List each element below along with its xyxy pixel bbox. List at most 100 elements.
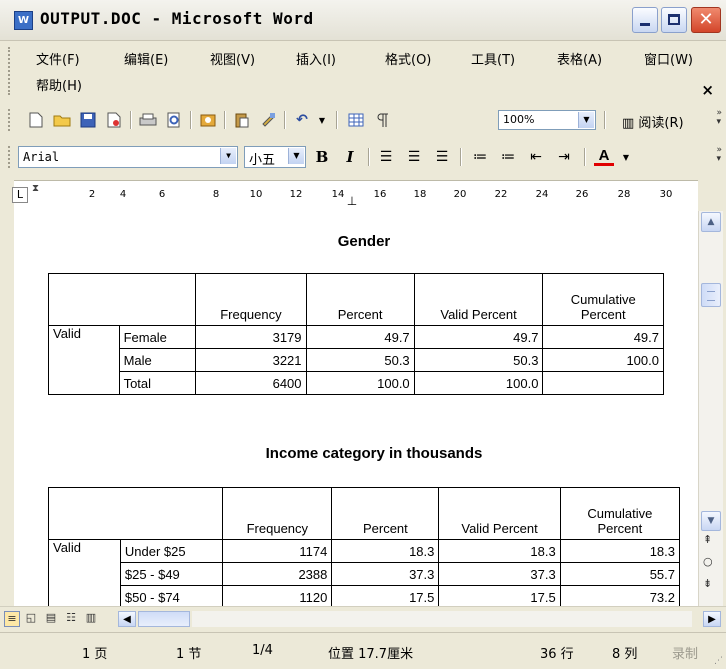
status-line: 36 行 — [540, 647, 574, 662]
permission-icon[interactable] — [104, 110, 124, 130]
ruler-number: 22 — [494, 189, 508, 200]
font-color-dropdown-icon[interactable]: ▼ — [616, 147, 636, 167]
numbering-icon[interactable]: ≔ — [470, 147, 490, 167]
table-row: Male 3221 50.3 50.3 100.0 — [49, 348, 664, 372]
frequency-cell: 1120 — [222, 585, 333, 606]
save-icon[interactable] — [78, 110, 98, 130]
normal-view-icon[interactable]: ≡ — [4, 611, 20, 627]
status-record[interactable]: 录制 — [672, 643, 698, 662]
print-icon[interactable] — [138, 110, 158, 130]
toolbar-grip[interactable] — [8, 146, 13, 168]
web-layout-icon[interactable]: ◱ — [24, 611, 38, 625]
frequency-cell: 3221 — [195, 348, 307, 372]
reading-layout-label: 阅读(R) — [638, 116, 684, 131]
ruler-number: 26 — [575, 189, 589, 200]
bold-button[interactable]: B — [312, 147, 332, 167]
previous-page-icon[interactable]: ⇞ — [703, 533, 712, 546]
font-name-combo[interactable]: Arial ▼ — [18, 146, 238, 168]
menu-view[interactable]: 视图(V) — [210, 49, 255, 68]
horizontal-scroll-track[interactable] — [192, 611, 692, 627]
horizontal-ruler[interactable]: L ⧗ 2 4 6 8 10 12 14 16 18 20 22 24 26 2… — [12, 180, 698, 212]
font-color-button[interactable]: A — [594, 147, 614, 166]
next-page-icon[interactable]: ⇟ — [703, 577, 712, 590]
italic-button[interactable]: I — [340, 147, 360, 167]
menu-help[interactable]: 帮助(H) — [36, 75, 82, 94]
word-app-icon[interactable]: W — [14, 11, 33, 30]
tab-stop-marker-icon[interactable]: ⊥ — [347, 194, 357, 208]
scroll-up-icon[interactable]: ▲ — [701, 212, 721, 232]
ruler-number: 18 — [413, 189, 427, 200]
chevron-down-icon[interactable]: ▼ — [578, 112, 594, 128]
document-close-icon[interactable]: × — [701, 81, 714, 99]
reading-layout-button[interactable]: ▥ 阅读(R) — [622, 112, 684, 131]
toolbar-separator — [368, 148, 370, 166]
menubar-grip[interactable] — [8, 47, 13, 95]
minimize-button[interactable] — [632, 7, 658, 33]
cumulative-percent-cell: 73.2 — [559, 585, 681, 606]
ruler-number: 4 — [119, 189, 127, 200]
open-folder-icon[interactable] — [52, 110, 72, 130]
horizontal-scroll-thumb[interactable] — [138, 611, 190, 627]
format-painter-icon[interactable] — [258, 110, 278, 130]
menu-insert[interactable]: 插入(I) — [296, 49, 336, 68]
font-size-combo[interactable]: 小五 ▼ — [244, 146, 306, 168]
menu-window[interactable]: 窗口(W) — [644, 49, 693, 68]
tab-selector-icon[interactable]: L — [12, 187, 28, 203]
print-layout-icon[interactable]: ▤ — [44, 611, 58, 625]
chevron-down-icon[interactable]: ▼ — [288, 148, 304, 164]
row-group-label: Valid — [48, 325, 120, 395]
indent-marker-icon[interactable]: ⧗ — [32, 184, 39, 194]
table-icon[interactable] — [346, 110, 366, 130]
table-row: $50 - $74 1120 17.5 17.5 73.2 — [49, 585, 681, 606]
menu-file[interactable]: 文件(F) — [36, 49, 80, 68]
select-browse-object-icon[interactable]: ○ — [703, 555, 713, 568]
scroll-thumb[interactable] — [701, 283, 721, 307]
chevron-down-icon[interactable]: ▼ — [220, 148, 236, 164]
paste-icon[interactable] — [232, 110, 252, 130]
zoom-combo[interactable]: 100% ▼ — [498, 110, 596, 130]
ruler-number: 20 — [453, 189, 467, 200]
research-icon[interactable] — [198, 110, 218, 130]
column-header: Frequency — [195, 273, 307, 326]
document-page[interactable]: Gender Frequency Percent Valid Percent C… — [14, 211, 698, 606]
scroll-down-icon[interactable]: ▼ — [701, 511, 721, 531]
table-row: Valid Under $25 1174 18.3 18.3 18.3 — [48, 539, 681, 606]
align-left-icon[interactable]: ☰ — [376, 147, 396, 167]
zoom-value: 100% — [503, 113, 535, 126]
new-document-icon[interactable] — [26, 110, 46, 130]
reading-view-icon[interactable]: ▥ — [84, 611, 98, 625]
menu-edit[interactable]: 编辑(E) — [124, 49, 168, 68]
show-hide-marks-icon[interactable] — [372, 110, 392, 130]
print-preview-icon[interactable] — [164, 110, 184, 130]
menu-tools[interactable]: 工具(T) — [471, 49, 515, 68]
maximize-button[interactable] — [661, 7, 687, 33]
close-icon: ✕ — [698, 9, 714, 30]
column-header: Percent — [305, 273, 415, 326]
align-center-icon[interactable]: ☰ — [404, 147, 424, 167]
scroll-left-icon[interactable]: ◀ — [118, 611, 136, 627]
outline-view-icon[interactable]: ☷ — [64, 611, 78, 625]
toolbar-separator — [284, 111, 286, 129]
ruler-number: 24 — [535, 189, 549, 200]
menu-format[interactable]: 格式(O) — [385, 49, 431, 68]
vertical-scrollbar[interactable]: ▲ ▼ ⇞ ○ ⇟ — [698, 211, 723, 606]
table1-title: Gender — [337, 233, 391, 250]
menu-table[interactable]: 表格(A) — [557, 49, 602, 68]
increase-indent-icon[interactable]: ⇥ — [554, 147, 574, 167]
align-right-icon[interactable]: ☰ — [432, 147, 452, 167]
row-label: $25 - $49 — [119, 562, 224, 586]
toolbar-options-icon[interactable]: » ▾ — [716, 146, 722, 164]
undo-dropdown-icon[interactable]: ▼ — [312, 110, 332, 130]
menu-bar: 文件(F) 编辑(E) 视图(V) 插入(I) 格式(O) 工具(T) 表格(A… — [0, 41, 726, 101]
toolbar-grip[interactable] — [8, 109, 13, 131]
toolbar-options-icon[interactable]: » ▾ — [716, 109, 722, 127]
decrease-indent-icon[interactable]: ⇤ — [526, 147, 546, 167]
ruler-number: 6 — [158, 189, 166, 200]
resize-grip-icon[interactable]: ⋰ — [714, 656, 723, 666]
close-button[interactable]: ✕ — [691, 7, 721, 33]
scroll-right-icon[interactable]: ▶ — [703, 611, 721, 627]
valid-percent-cell: 18.3 — [438, 539, 561, 563]
undo-icon[interactable]: ↶ — [292, 110, 312, 130]
bullets-icon[interactable]: ≔ — [498, 147, 518, 167]
column-header: Cumulative Percent — [542, 273, 664, 326]
